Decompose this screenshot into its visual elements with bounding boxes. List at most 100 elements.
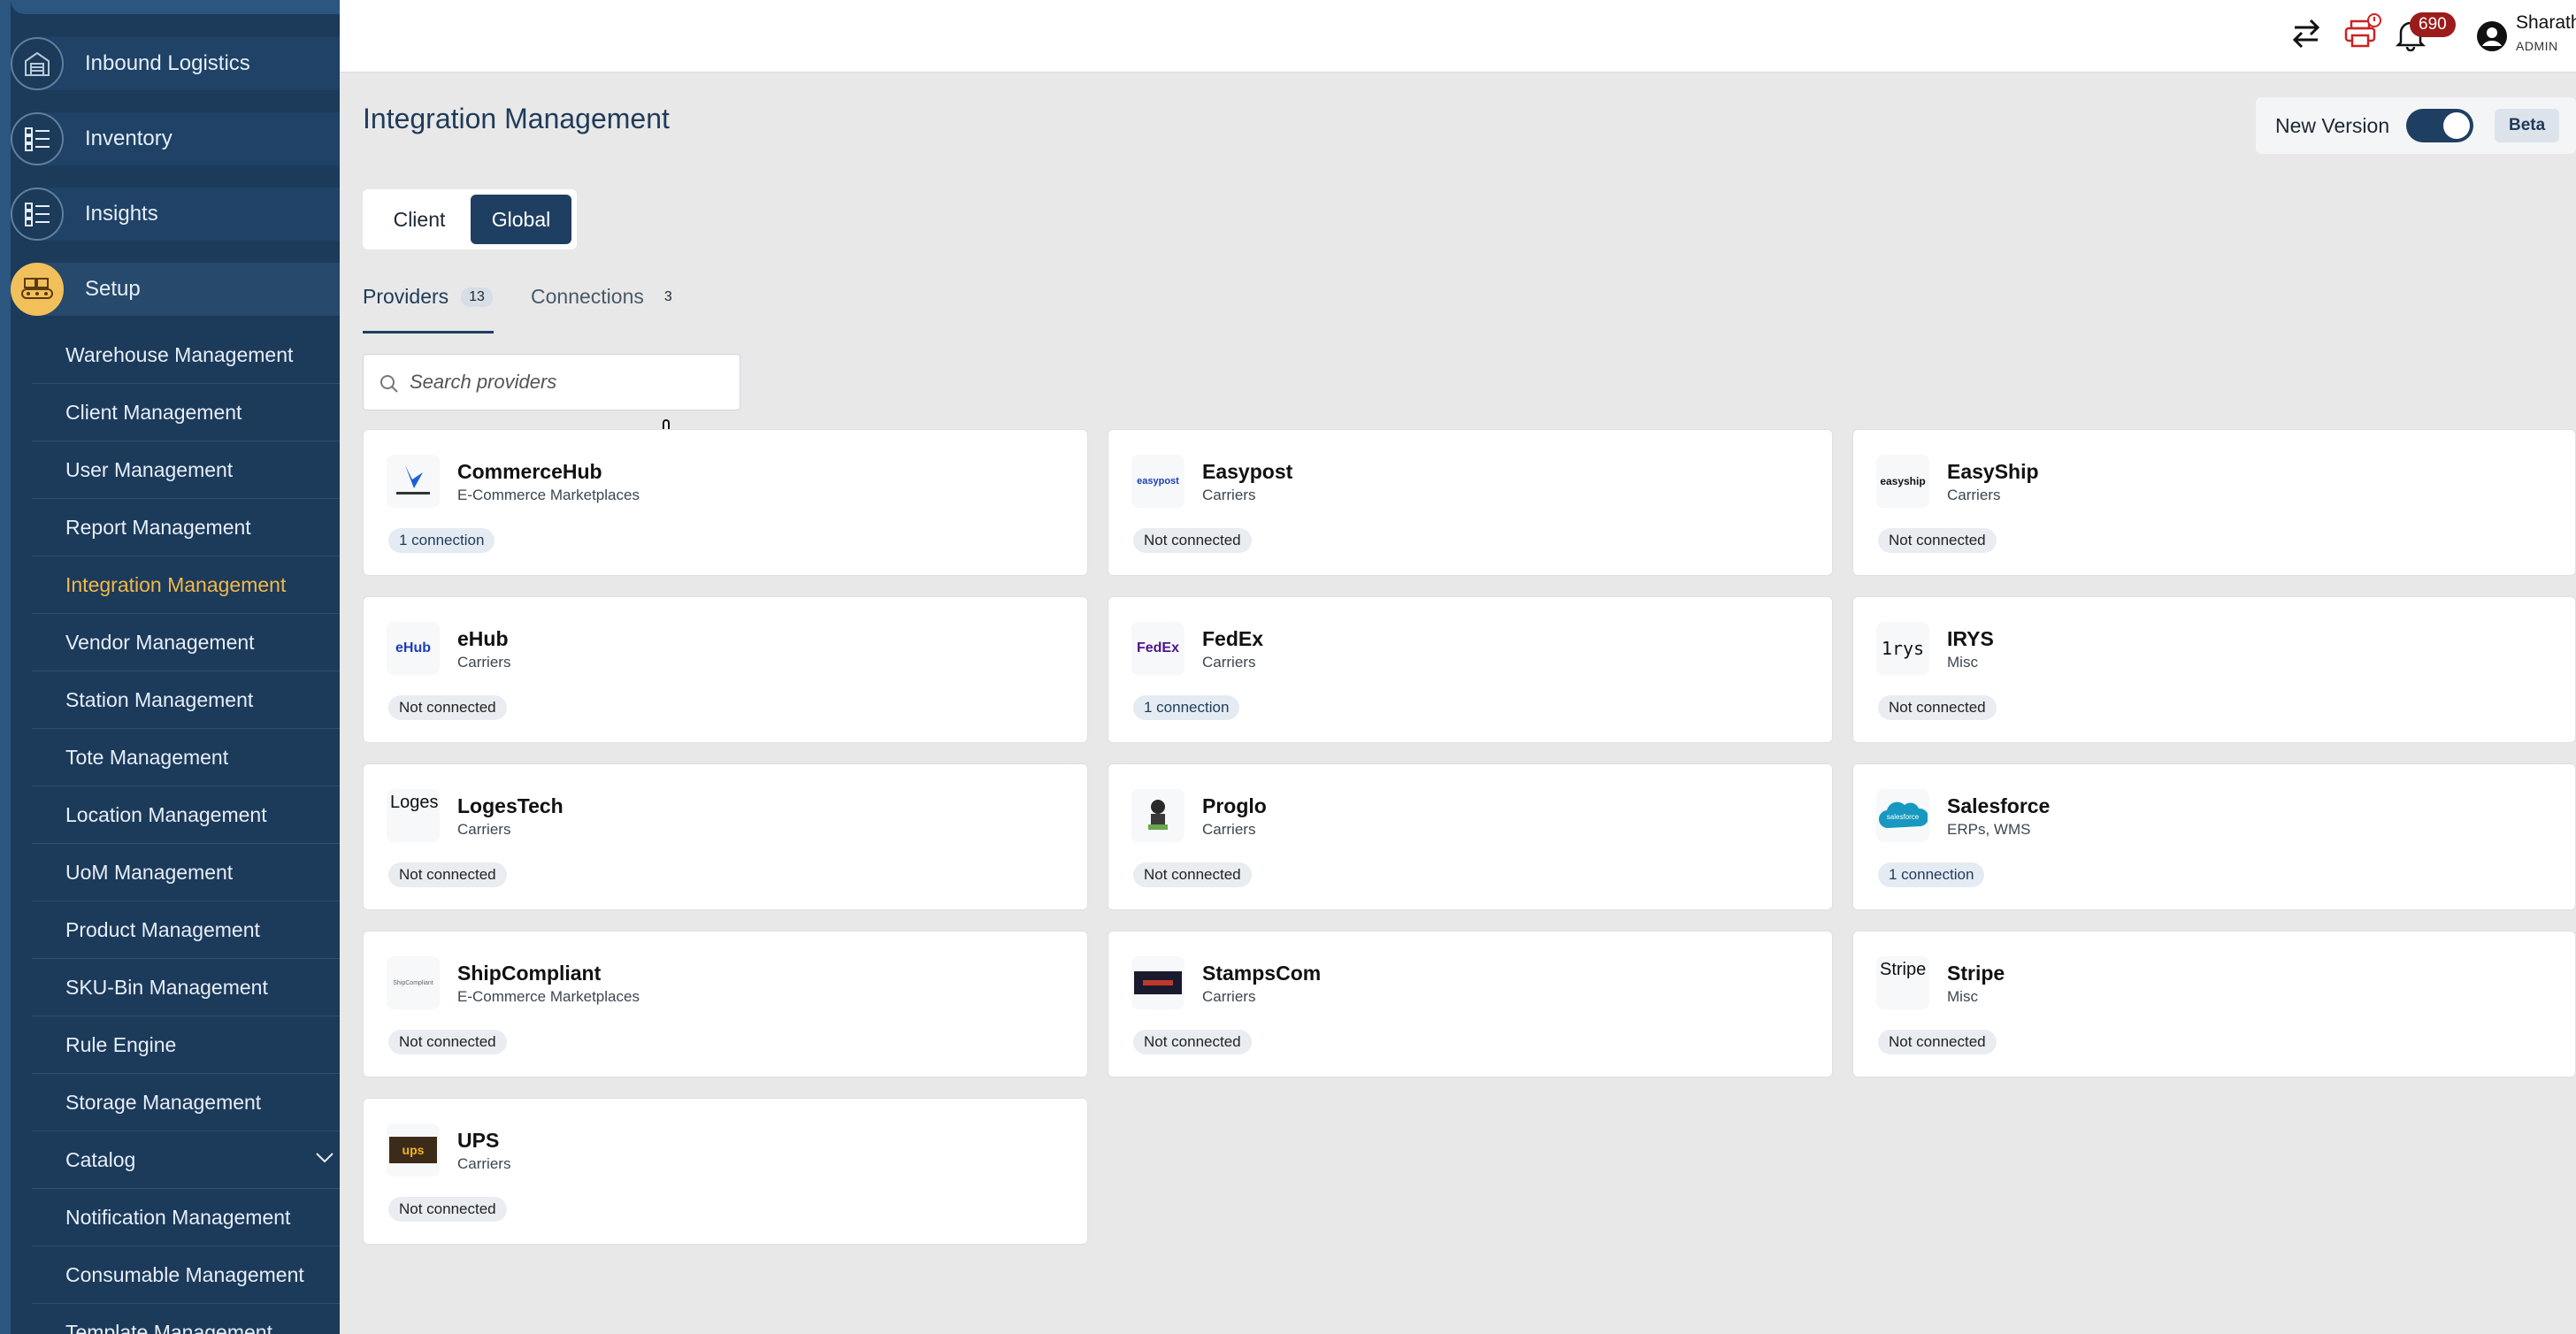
- sidebar-item-consumable-management[interactable]: Consumable Management: [32, 1247, 340, 1304]
- logo-text: 1rys: [1881, 638, 1925, 659]
- sidebar-item-report-management[interactable]: Report Management: [32, 500, 340, 556]
- ups-logo-icon: ups: [387, 1123, 440, 1177]
- search-icon: [380, 375, 398, 393]
- sidebar-item-label: Catalog: [65, 1148, 136, 1171]
- provider-category: Carriers: [457, 1155, 511, 1172]
- page-title: Integration Management: [363, 103, 670, 134]
- proglo-logo-icon: [1131, 789, 1184, 842]
- sidebar-item-notification-management[interactable]: Notification Management: [32, 1190, 340, 1246]
- swap-arrows-icon[interactable]: [2291, 18, 2321, 50]
- logo-text: Loges: [390, 793, 439, 812]
- salesforce-logo-icon: salesforce: [1876, 789, 1929, 842]
- sidebar-item-tote-management[interactable]: Tote Management: [32, 730, 340, 786]
- checklist-icon: [11, 188, 64, 241]
- provider-category: Carriers: [457, 654, 511, 671]
- scope-switcher: Client Global: [363, 189, 577, 249]
- provider-category: ERPs, WMS: [1947, 821, 2031, 838]
- commercehub-logo-icon: [387, 455, 440, 508]
- provider-category: Carriers: [457, 821, 511, 838]
- provider-category: Misc: [1947, 654, 1978, 671]
- stripe-logo-icon: Stripe: [1876, 956, 1929, 1009]
- nav-setup[interactable]: Setup: [11, 263, 340, 316]
- provider-card-shipcompliant[interactable]: ShipCompliant ShipCompliant E-Commerce M…: [363, 931, 1088, 1077]
- connection-status-badge: Not connected: [1878, 695, 1997, 720]
- connection-status-badge: 1 connection: [1133, 695, 1240, 720]
- sidebar-item-template-management[interactable]: Template Management: [32, 1305, 340, 1334]
- sidebar-item-storage-management[interactable]: Storage Management: [32, 1075, 340, 1131]
- provider-card-ups[interactable]: ups UPS Carriers Not connected: [363, 1098, 1088, 1245]
- provider-name: Stripe: [1947, 962, 2005, 985]
- provider-name: FedEx: [1202, 627, 1264, 650]
- connection-status-badge: Not connected: [1878, 1030, 1997, 1054]
- nav-inventory[interactable]: Inventory: [11, 112, 340, 165]
- tab-count-badge: 3: [663, 288, 672, 304]
- sidebar-item-user-management[interactable]: User Management: [32, 442, 340, 499]
- provider-name: Easypost: [1202, 460, 1293, 483]
- sidebar-item-warehouse-management[interactable]: Warehouse Management: [32, 327, 340, 384]
- provider-category: Carriers: [1947, 487, 2001, 503]
- chevron-down-icon: [316, 1153, 334, 1163]
- nav-inbound-logistics[interactable]: Inbound Logistics: [11, 37, 340, 90]
- global-scope-button[interactable]: Global: [470, 195, 571, 244]
- sidebar-item-catalog[interactable]: Catalog: [32, 1132, 340, 1189]
- user-avatar-icon[interactable]: [2475, 19, 2509, 53]
- new-version-label: New Version: [2275, 113, 2390, 137]
- tab-connections[interactable]: Connections 3: [531, 285, 680, 309]
- provider-name: ShipCompliant: [457, 962, 602, 985]
- logo-text: Stripe: [1880, 960, 1927, 979]
- user-name[interactable]: Sharath: [2516, 12, 2576, 34]
- sidebar-item-uom-management[interactable]: UoM Management: [32, 845, 340, 901]
- client-scope-button[interactable]: Client: [368, 195, 471, 244]
- provider-card-commercehub[interactable]: CommerceHub E-Commerce Marketplaces 1 co…: [363, 429, 1088, 576]
- provider-category: Carriers: [1202, 988, 1256, 1005]
- printer-alert-icon[interactable]: [2342, 12, 2381, 51]
- logo-text: easyship: [1880, 475, 1926, 487]
- user-role: ADMIN: [2516, 39, 2558, 53]
- sidebar-top-item[interactable]: [11, 0, 340, 14]
- sidebar-item-vendor-management[interactable]: Vendor Management: [32, 615, 340, 671]
- connection-status-badge: Not connected: [388, 695, 507, 720]
- sidebar-item-station-management[interactable]: Station Management: [32, 672, 340, 729]
- provider-card-logestech[interactable]: Loges LogesTech Carriers Not connected: [363, 763, 1088, 910]
- sidebar-item-sku-bin-management[interactable]: SKU-Bin Management: [32, 960, 340, 1016]
- provider-card-irys[interactable]: 1rys IRYS Misc Not connected: [1852, 596, 2576, 743]
- provider-card-fedex[interactable]: FedEx FedEx Carriers 1 connection: [1108, 596, 1833, 743]
- warehouse-icon: [11, 37, 64, 90]
- provider-card-stripe[interactable]: Stripe Stripe Misc Not connected: [1852, 931, 2576, 1077]
- new-version-toggle[interactable]: [2406, 109, 2473, 142]
- sidebar-edge: [0, 0, 11, 1334]
- top-bar: [340, 0, 2576, 73]
- nav-label: Insights: [85, 202, 158, 226]
- connection-status-badge: 1 connection: [1878, 862, 1985, 887]
- connection-status-badge: Not connected: [388, 1197, 507, 1222]
- connection-status-badge: Not connected: [388, 1030, 507, 1054]
- easyship-logo-icon: easyship: [1876, 455, 1929, 508]
- nav-label: Inventory: [85, 126, 172, 150]
- easypost-logo-icon: easypost: [1131, 455, 1184, 508]
- provider-card-easyship[interactable]: easyship EasyShip Carriers Not connected: [1852, 429, 2576, 576]
- provider-card-ehub[interactable]: eHub eHub Carriers Not connected: [363, 596, 1088, 743]
- logo-text: FedEx: [1136, 640, 1179, 656]
- sidebar-item-rule-engine[interactable]: Rule Engine: [32, 1017, 340, 1074]
- provider-card-salesforce[interactable]: salesforce Salesforce ERPs, WMS 1 connec…: [1852, 763, 2576, 910]
- provider-category: E-Commerce Marketplaces: [457, 487, 640, 503]
- provider-card-easypost[interactable]: easypost Easypost Carriers Not connected: [1108, 429, 1833, 576]
- nav-insights[interactable]: Insights: [11, 188, 340, 241]
- search-input[interactable]: [410, 371, 728, 394]
- provider-name: Proglo: [1202, 794, 1267, 817]
- tab-count-badge: 13: [461, 287, 493, 307]
- sidebar-item-product-management[interactable]: Product Management: [32, 902, 340, 959]
- connection-status-badge: Not connected: [1133, 1030, 1252, 1054]
- sidebar-item-client-management[interactable]: Client Management: [32, 385, 340, 441]
- provider-category: Misc: [1947, 988, 1978, 1005]
- irys-logo-icon: 1rys: [1876, 622, 1929, 675]
- sidebar-item-location-management[interactable]: Location Management: [32, 787, 340, 844]
- provider-name: CommerceHub: [457, 460, 602, 483]
- provider-name: eHub: [457, 627, 509, 650]
- fedex-logo-icon: FedEx: [1131, 622, 1184, 675]
- sidebar-item-integration-management[interactable]: Integration Management: [32, 557, 340, 614]
- tab-providers[interactable]: Providers 13: [363, 285, 493, 309]
- provider-card-proglo[interactable]: Proglo Carriers Not connected: [1108, 763, 1833, 910]
- provider-card-stampscom[interactable]: StampsCom Carriers Not connected: [1108, 931, 1833, 1077]
- logestech-logo-icon: Loges: [387, 789, 440, 842]
